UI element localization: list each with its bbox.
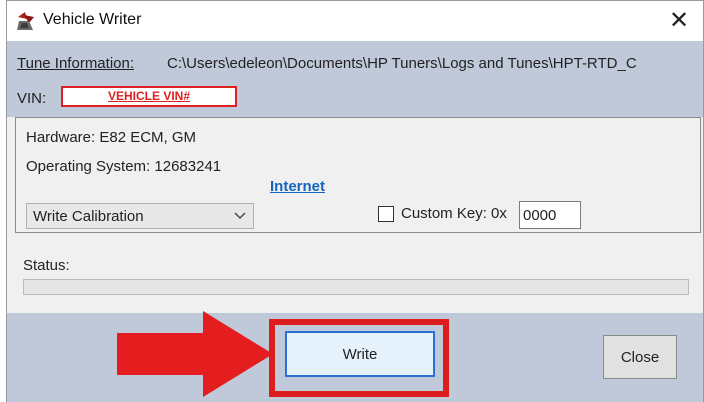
close-button[interactable]: Close bbox=[603, 335, 677, 379]
operating-system-text: Operating System: 12683241 bbox=[26, 158, 222, 175]
vin-label: VIN: bbox=[17, 90, 47, 107]
window-close-icon[interactable]: ✕ bbox=[665, 7, 693, 35]
vehicle-writer-app-icon bbox=[17, 12, 34, 30]
vin-value-field: VEHICLE VIN# bbox=[61, 86, 237, 107]
custom-key-checkbox[interactable] bbox=[378, 206, 394, 222]
window-title: Vehicle Writer bbox=[43, 11, 142, 28]
internet-link[interactable]: Internet bbox=[270, 178, 325, 195]
chevron-down-icon bbox=[234, 212, 246, 219]
vehicle-writer-window: Vehicle Writer ✕ Tune Information: C:\Us… bbox=[6, 0, 704, 402]
custom-key-label: Custom Key: 0x bbox=[401, 205, 507, 222]
red-pointer-arrow-icon bbox=[117, 311, 273, 397]
tune-info-panel: Tune Information: C:\Users\edeleon\Docum… bbox=[7, 41, 703, 117]
tune-information-label[interactable]: Tune Information: bbox=[17, 55, 134, 72]
write-mode-select[interactable]: Write Calibration bbox=[26, 203, 254, 229]
hardware-details-group: Hardware: E82 ECM, GM Operating System: … bbox=[15, 117, 701, 233]
status-progress-bar bbox=[23, 279, 689, 295]
status-label: Status: bbox=[23, 257, 70, 274]
tune-file-path: C:\Users\edeleon\Documents\HP Tuners\Log… bbox=[167, 55, 637, 72]
custom-key-input[interactable] bbox=[519, 201, 581, 229]
write-button[interactable]: Write bbox=[285, 331, 435, 377]
hardware-text: Hardware: E82 ECM, GM bbox=[26, 129, 197, 146]
write-mode-selected-value: Write Calibration bbox=[33, 208, 144, 225]
title-bar: Vehicle Writer ✕ bbox=[7, 1, 703, 41]
